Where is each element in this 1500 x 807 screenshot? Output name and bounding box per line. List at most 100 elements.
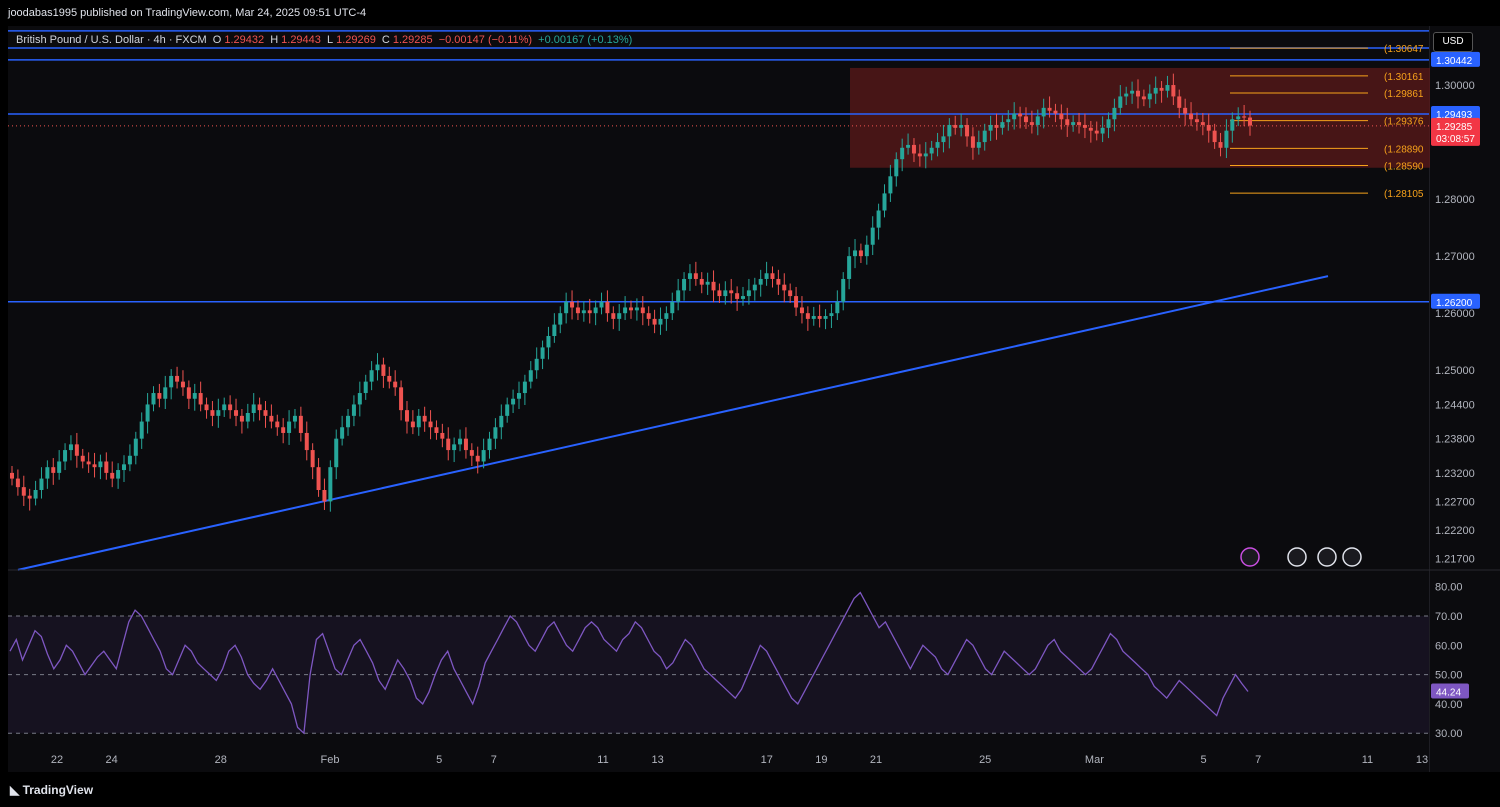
date-tick-label: 22 — [51, 754, 63, 766]
candle-body — [304, 432, 309, 451]
price-tick-label: 1.25000 — [1435, 365, 1475, 377]
candle-body — [741, 296, 746, 299]
candle-body — [870, 227, 875, 245]
candle-body — [1100, 127, 1105, 134]
candle-body — [652, 318, 657, 325]
low-value: 1.29269 — [336, 34, 376, 46]
rsi-tick-label: 30.00 — [1435, 728, 1463, 740]
tradingview-logo[interactable]: ◣ TradingView — [10, 783, 93, 797]
date-tick-label: 5 — [436, 754, 442, 766]
candle-body — [169, 375, 174, 388]
candle-body — [1012, 113, 1017, 120]
candle-body — [735, 293, 740, 299]
fib-level-label: (1.30647 — [1384, 44, 1424, 55]
date-tick-label: 7 — [1255, 754, 1261, 766]
candle-body — [51, 467, 56, 473]
candle-body — [1006, 119, 1011, 123]
price-label-text: 1.26200 — [1436, 298, 1473, 309]
candle-body — [587, 310, 592, 314]
candle-body — [228, 404, 233, 411]
candle-body — [186, 387, 191, 399]
candle-body — [900, 147, 905, 160]
candle-body — [1029, 122, 1034, 125]
candle-body — [110, 472, 115, 479]
candle-body — [92, 464, 97, 468]
price-label-text: 1.30442 — [1436, 56, 1473, 67]
price-tick-label: 1.22700 — [1435, 496, 1475, 508]
candle-body — [157, 393, 162, 399]
candle-body — [316, 467, 321, 490]
candle-body — [1035, 116, 1040, 125]
candle-body — [57, 461, 62, 473]
rsi-tick-label: 80.00 — [1435, 582, 1463, 594]
candle-body — [746, 290, 751, 297]
candle-body — [469, 450, 474, 456]
candle-body — [858, 250, 863, 257]
candle-body — [139, 421, 144, 439]
candle-body — [646, 313, 651, 319]
date-tick-label: Feb — [321, 754, 340, 766]
candle-body — [941, 136, 946, 143]
candle-body — [723, 290, 728, 297]
candle-body — [988, 124, 993, 131]
rsi-tick-label: 70.00 — [1435, 611, 1463, 623]
open-label: O — [212, 34, 222, 46]
candle-body — [80, 455, 85, 462]
date-tick-label: 5 — [1201, 754, 1207, 766]
candle-body — [481, 450, 486, 462]
candle-body — [263, 410, 268, 416]
candle-body — [122, 464, 127, 471]
candle-body — [564, 301, 569, 314]
candle-body — [546, 336, 551, 348]
candle-body — [770, 273, 775, 279]
candle-body — [528, 370, 533, 382]
candle-body — [175, 375, 180, 382]
candle-body — [1194, 119, 1199, 123]
candle-body — [104, 461, 109, 473]
candle-body — [328, 467, 333, 502]
candle-body — [835, 301, 840, 314]
candle-body — [853, 250, 858, 257]
date-tick-label: 13 — [1416, 754, 1428, 766]
candle-body — [340, 427, 345, 439]
countdown-text: 03:08:57 — [1436, 134, 1475, 145]
close-value: 1.29285 — [392, 34, 433, 46]
candle-body — [45, 467, 50, 479]
candle-body — [929, 147, 934, 154]
rsi-value-text: 44.24 — [1436, 687, 1461, 698]
candle-body — [357, 393, 362, 405]
date-tick-label: Mar — [1085, 754, 1104, 766]
candle-body — [640, 307, 645, 314]
candle-body — [475, 455, 480, 462]
candle-body — [127, 455, 132, 465]
candle-body — [428, 421, 433, 428]
chart-svg[interactable]: (1.30647 (1.30161 (1.29861 (1.29376 (1.28890… — [0, 0, 1500, 807]
candle-body — [1165, 85, 1170, 91]
candle-body — [1147, 93, 1152, 100]
candle-body — [676, 290, 681, 302]
fib-level-label: (1.30161 — [1384, 72, 1424, 83]
candle-body — [281, 427, 286, 433]
candle-body — [1230, 119, 1235, 131]
candle-body — [711, 281, 716, 291]
brand-text: TradingView — [22, 783, 94, 797]
candle-body — [534, 358, 539, 371]
candle-body — [393, 381, 398, 388]
candle-body — [222, 404, 227, 411]
candle-body — [375, 364, 380, 371]
candle-body — [994, 124, 999, 128]
candle-body — [605, 301, 610, 314]
currency-button[interactable]: USD — [1433, 32, 1473, 52]
candle-body — [1059, 113, 1064, 120]
candle-body — [788, 290, 793, 297]
high-label: H — [270, 34, 279, 46]
candle-body — [776, 278, 781, 285]
candle-body — [1023, 116, 1028, 123]
price-tick-label: 1.30000 — [1435, 80, 1475, 92]
candle-body — [63, 450, 68, 462]
price-tick-label: 1.28000 — [1435, 194, 1475, 206]
candle-body — [1183, 107, 1188, 114]
candle-body — [629, 307, 633, 311]
candle-body — [1242, 116, 1247, 118]
candle-body — [33, 490, 38, 499]
